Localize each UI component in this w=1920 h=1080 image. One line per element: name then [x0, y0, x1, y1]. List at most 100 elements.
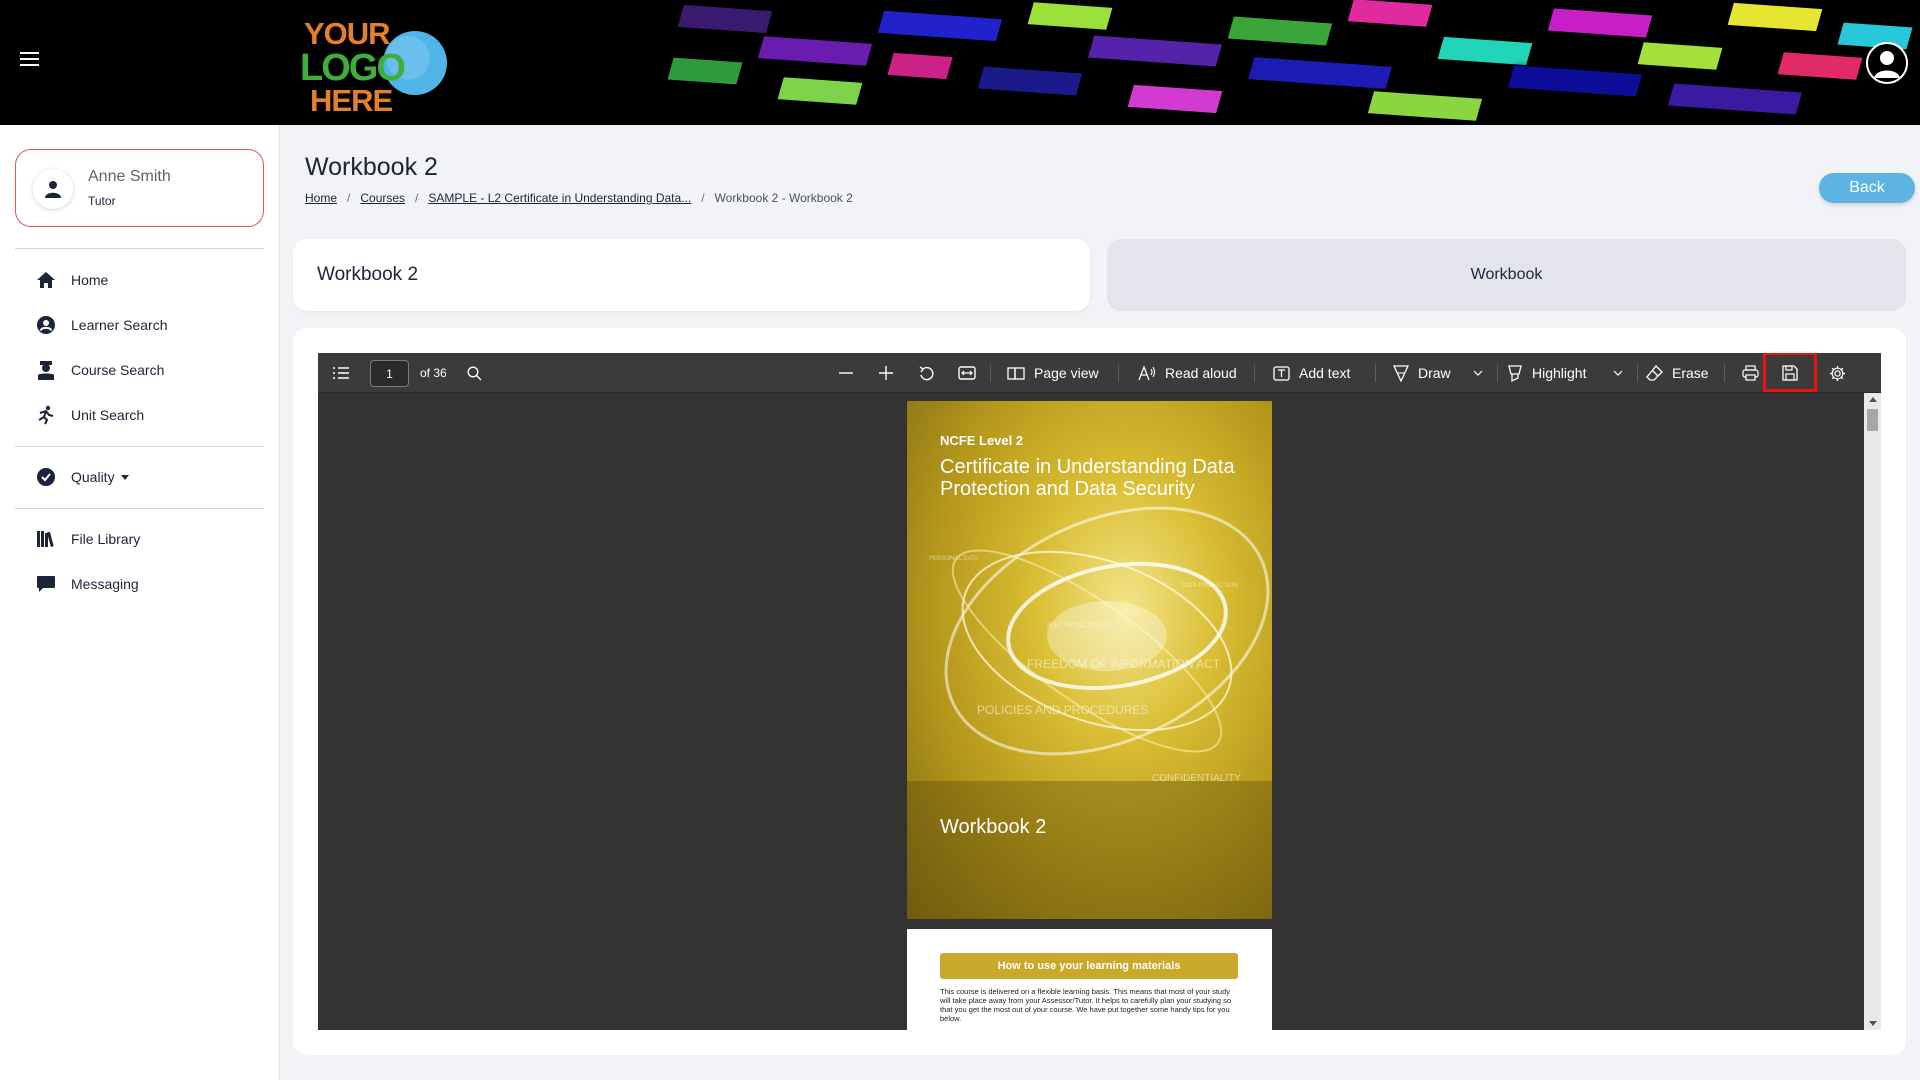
breadcrumb-current: Workbook 2 - Workbook 2	[714, 191, 853, 205]
workbook-card-title: Workbook 2	[317, 264, 419, 285]
toolbar-separator	[1118, 364, 1119, 382]
highlight-options-chevron-icon[interactable]	[1613, 353, 1623, 393]
user-role: Tutor	[88, 194, 116, 208]
draw-icon	[1393, 364, 1409, 382]
print-icon[interactable]	[1742, 353, 1759, 393]
toolbar-separator	[990, 364, 991, 382]
sidebar-item-label: Messaging	[71, 576, 139, 592]
sidebar-item-label: Course Search	[71, 362, 165, 378]
search-icon[interactable]	[467, 353, 482, 393]
eraser-icon	[1646, 365, 1663, 381]
sidebar-divider	[15, 508, 264, 509]
highlight-label: Highlight	[1532, 365, 1587, 381]
breadcrumb-home-link[interactable]: Home	[305, 191, 337, 205]
books-icon	[35, 528, 57, 550]
add-text-label: Add text	[1299, 365, 1351, 381]
settings-gear-icon[interactable]	[1829, 353, 1846, 393]
page-view-label: Page view	[1034, 365, 1099, 381]
sidebar-item-learner-search[interactable]: Learner Search	[35, 313, 168, 337]
sidebar-item-unit-search[interactable]: Unit Search	[35, 403, 144, 427]
pdf-page-cover: NCFE Level 2 Certificate in Understandin…	[907, 401, 1272, 919]
sidebar-item-messaging[interactable]: Messaging	[35, 572, 139, 596]
rotate-icon[interactable]	[918, 353, 935, 393]
sidebar-divider	[15, 446, 264, 447]
page2-heading: How to use your learning materials	[940, 953, 1238, 979]
table-of-contents-icon[interactable]	[332, 353, 350, 393]
erase-button[interactable]: Erase	[1646, 353, 1709, 393]
chat-icon	[35, 573, 57, 595]
check-circle-icon	[35, 466, 57, 488]
pdf-scrollbar[interactable]	[1864, 393, 1881, 1030]
read-aloud-icon	[1138, 365, 1156, 381]
top-header: YOUR LOGO HERE	[0, 0, 1920, 125]
toolbar-separator	[1637, 364, 1638, 382]
svg-text:YOUR: YOUR	[304, 16, 390, 51]
pdf-toolbar: of 36 Page view Read aloud Add t	[318, 353, 1881, 393]
graduate-icon	[35, 359, 57, 381]
tab-workbook-label: Workbook	[1470, 266, 1543, 283]
breadcrumb-courses-link[interactable]: Courses	[360, 191, 405, 205]
sidebar-item-quality[interactable]: Quality	[35, 465, 129, 489]
sidebar: Anne Smith Tutor Home Learner Search Cou…	[0, 125, 280, 1080]
breadcrumb: Home / Courses / SAMPLE - L2 Certificate…	[305, 191, 853, 205]
scroll-up-arrow-icon[interactable]	[1869, 397, 1877, 402]
sidebar-item-label: File Library	[71, 531, 141, 547]
user-name: Anne Smith	[88, 168, 171, 185]
back-button[interactable]: Back	[1819, 173, 1915, 203]
scrollbar-thumb[interactable]	[1867, 409, 1878, 431]
cover-keyword: CONFIDENTIALITY	[1152, 773, 1241, 784]
cover-keyword: FREEDOM OF INFORMATION ACT	[1027, 657, 1221, 671]
save-button-highlight-box	[1763, 353, 1817, 392]
breadcrumb-separator: /	[347, 191, 351, 205]
zoom-out-icon[interactable]	[838, 353, 854, 393]
page-view-icon	[1007, 367, 1025, 380]
scroll-down-arrow-icon[interactable]	[1869, 1021, 1877, 1026]
page-count: of 36	[420, 366, 447, 380]
pdf-page-2: How to use your learning materials This …	[907, 929, 1272, 1030]
cover-keyword: PERSONAL DATA	[929, 556, 979, 562]
toolbar-separator	[1375, 364, 1376, 382]
toolbar-separator	[1254, 364, 1255, 382]
add-text-icon	[1273, 365, 1290, 381]
add-text-button[interactable]: Add text	[1273, 353, 1350, 393]
fit-width-icon[interactable]	[958, 353, 976, 393]
user-profile-card[interactable]: Anne Smith Tutor	[15, 149, 264, 227]
zoom-in-icon[interactable]	[878, 353, 894, 393]
user-circle-icon	[35, 314, 57, 336]
toolbar-separator	[1724, 364, 1725, 382]
sidebar-item-file-library[interactable]: File Library	[35, 527, 140, 551]
sidebar-divider	[15, 248, 264, 249]
account-avatar-icon[interactable]	[1866, 42, 1908, 84]
breadcrumb-course-link[interactable]: SAMPLE - L2 Certificate in Understanding…	[428, 191, 691, 205]
highlight-button[interactable]: Highlight	[1507, 353, 1586, 393]
page-view-button[interactable]: Page view	[1007, 353, 1099, 393]
breadcrumb-separator: /	[701, 191, 705, 205]
chevron-down-icon	[120, 474, 129, 480]
tab-workbook[interactable]: Workbook	[1107, 239, 1906, 311]
erase-label: Erase	[1672, 365, 1709, 381]
svg-text:HERE: HERE	[310, 83, 392, 115]
header-banner-graphic	[650, 0, 1920, 125]
toolbar-separator	[1497, 364, 1498, 382]
draw-label: Draw	[1418, 365, 1451, 381]
cover-title: Certificate in Understanding Data Protec…	[940, 456, 1235, 500]
sidebar-item-course-search[interactable]: Course Search	[35, 358, 164, 382]
page2-body-text: This course is delivered on a flexible l…	[940, 987, 1232, 1023]
cover-level: NCFE Level 2	[940, 433, 1024, 448]
cover-keyword: POLICIES AND PROCEDURES	[977, 703, 1149, 717]
read-aloud-button[interactable]: Read aloud	[1138, 353, 1237, 393]
read-aloud-label: Read aloud	[1165, 365, 1237, 381]
sidebar-item-home[interactable]: Home	[35, 268, 108, 292]
cover-keyword: DATA PROTECTION	[1182, 583, 1238, 589]
hamburger-menu-icon[interactable]	[20, 52, 39, 66]
draw-button[interactable]: Draw	[1393, 353, 1451, 393]
sidebar-item-label: Home	[71, 272, 109, 288]
sidebar-item-label: Unit Search	[71, 407, 145, 423]
page-number-input[interactable]	[370, 360, 409, 387]
cover-keyword: ELECTRONIC ACCESS	[1047, 623, 1112, 629]
draw-options-chevron-icon[interactable]	[1473, 353, 1483, 393]
page-title: Workbook 2	[305, 153, 438, 181]
unit-search-icon	[35, 404, 57, 426]
breadcrumb-separator: /	[415, 191, 419, 205]
user-avatar-icon	[33, 169, 73, 209]
